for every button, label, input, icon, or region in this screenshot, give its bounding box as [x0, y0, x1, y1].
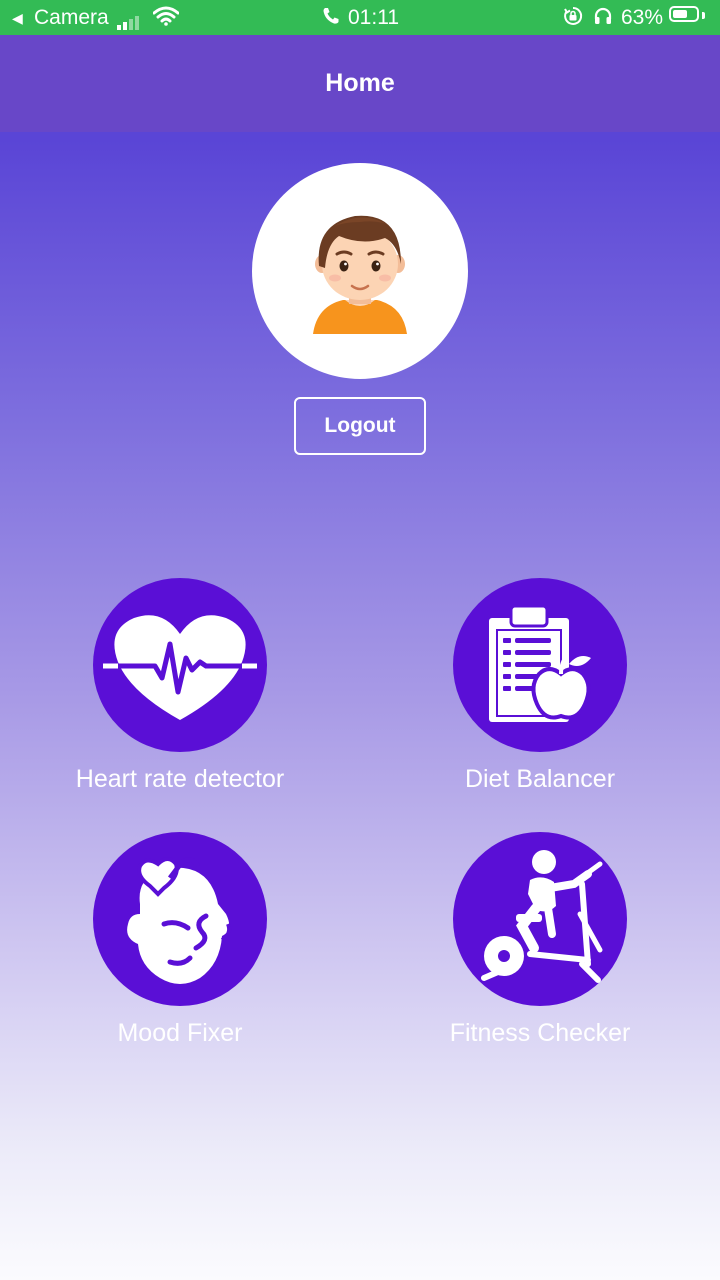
app-bar: Home — [0, 35, 720, 132]
feature-label: Fitness Checker — [449, 1019, 631, 1047]
rotation-lock-icon — [563, 6, 583, 32]
status-bar: ◀ Camera 01:11 63% — [0, 0, 720, 35]
wifi-icon — [152, 6, 180, 32]
heart-rate-icon — [103, 615, 257, 720]
avatar[interactable] — [252, 163, 468, 379]
clipboard-apple-icon — [489, 604, 591, 722]
boy-avatar-icon — [313, 215, 407, 334]
fitness-checker-button[interactable] — [453, 832, 627, 1006]
feature-heart-rate[interactable]: Heart rate detector — [30, 578, 330, 794]
diet-balancer-button[interactable] — [453, 578, 627, 752]
heart-rate-button[interactable] — [93, 578, 267, 752]
feature-label: Mood Fixer — [117, 1019, 243, 1047]
battery-icon — [669, 6, 705, 22]
logout-button[interactable]: Logout — [294, 397, 426, 455]
feature-diet-balancer[interactable]: Diet Balancer — [390, 578, 690, 794]
battery-fill — [673, 10, 687, 18]
mood-face-icon — [127, 857, 232, 984]
clock-time: 01:11 — [348, 6, 399, 29]
feature-fitness-checker[interactable]: Fitness Checker — [390, 832, 690, 1048]
exercise-bike-icon — [481, 850, 603, 983]
feature-label: Heart rate detector — [75, 765, 285, 793]
headphones-icon — [593, 6, 613, 32]
mood-fixer-button[interactable] — [93, 832, 267, 1006]
signal-icon — [117, 6, 141, 30]
phone-call-icon — [321, 6, 341, 32]
feature-label: Diet Balancer — [464, 765, 616, 793]
back-app-label[interactable]: Camera — [34, 6, 109, 30]
battery-percent: 63% — [621, 6, 664, 29]
page-title: Home — [325, 69, 395, 97]
back-arrow-icon[interactable]: ◀ — [12, 6, 23, 30]
feature-mood-fixer[interactable]: Mood Fixer — [30, 832, 330, 1048]
